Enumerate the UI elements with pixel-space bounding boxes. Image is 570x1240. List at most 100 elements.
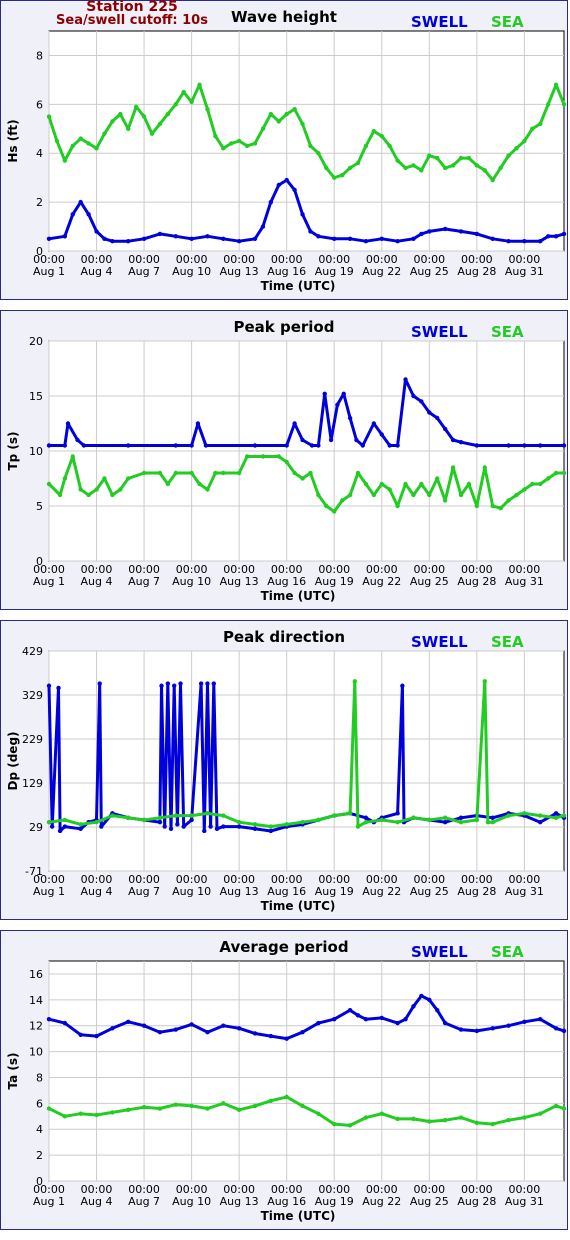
station-name: Station 225 <box>86 0 178 15</box>
sea-data-point <box>157 1106 163 1111</box>
sea-data-point <box>118 487 123 492</box>
swell-data-point <box>506 1023 511 1028</box>
sea-data-point <box>102 131 107 136</box>
chart-title: Wave height <box>231 8 337 26</box>
sea-data-point <box>553 82 559 87</box>
swell-data-point <box>276 182 281 188</box>
y-tick-label: 5 <box>36 500 43 513</box>
x-tick-date: Aug 13 <box>220 1195 259 1208</box>
sea-data-point <box>514 492 519 498</box>
sea-data-point <box>435 155 440 161</box>
swell-data-point <box>189 1022 194 1027</box>
y-tick-label: 6 <box>36 1097 43 1110</box>
x-tick-date: Aug 19 <box>315 885 354 898</box>
swell-data-point <box>260 224 266 229</box>
x-tick-date: Aug 19 <box>315 575 354 588</box>
swell-data-point <box>403 377 408 382</box>
y-tick-label: 229 <box>22 733 43 746</box>
average-period-panel: 0 2 4 6 8 10 12 14 16 00:00 Aug 1 00:00 Aug 4 00:00 Au… <box>0 930 568 1230</box>
chart-svg: 0246800:00Aug 100:00Aug 400:00Aug 700:00… <box>6 8 567 293</box>
sea-data-point <box>538 813 543 818</box>
x-tick-date: Aug 22 <box>362 575 401 588</box>
sea-data-point <box>427 1119 432 1124</box>
swell-data-point <box>427 229 432 234</box>
swell-data-point <box>157 1029 163 1035</box>
swell-data-point <box>214 826 220 831</box>
swell-data-point <box>379 1015 384 1021</box>
sea-data-point <box>466 481 472 487</box>
sea-data-point <box>118 111 123 117</box>
swell-data-point <box>328 437 334 443</box>
x-axis-label: Time (UTC) <box>261 899 336 913</box>
sea-data-point <box>110 813 115 818</box>
sea-data-point <box>545 476 551 481</box>
x-tick-date: Aug 28 <box>457 575 496 588</box>
sea-data-point <box>450 163 456 168</box>
sea-data-point <box>450 465 456 470</box>
swell-data-point <box>435 1007 440 1013</box>
sea-data-point <box>363 1115 369 1120</box>
sea-data-point <box>205 1106 210 1111</box>
swell-data-point <box>268 1033 274 1039</box>
sea-data-point <box>165 111 171 117</box>
y-tick-label: 10 <box>29 1046 43 1059</box>
swell-data-point <box>506 443 511 448</box>
sea-data-point <box>284 111 289 117</box>
swell-data-point <box>46 1017 52 1022</box>
sea-data-point <box>347 1123 353 1128</box>
sea-data-point <box>86 141 91 146</box>
swell-data-point <box>189 443 194 448</box>
swell-data-point <box>538 819 543 825</box>
chart-title: Peak direction <box>223 628 345 646</box>
sea-data-point <box>268 111 274 117</box>
swell-data-point <box>78 826 83 831</box>
sea-data-point <box>514 146 519 151</box>
swell-data-point <box>46 236 52 241</box>
sea-data-point <box>62 817 68 823</box>
x-tick-date: Aug 28 <box>457 885 496 898</box>
sea-data-point <box>474 1120 480 1125</box>
swell-data-point <box>400 683 405 688</box>
sea-data-point <box>522 138 527 144</box>
swell-data-point <box>86 212 91 217</box>
sea-data-point <box>284 822 289 827</box>
sea-data-point <box>324 503 329 509</box>
y-tick-label: 14 <box>29 994 43 1007</box>
sea-data-point <box>94 146 99 151</box>
swell-data-point <box>363 239 369 244</box>
swell-data-point <box>354 437 359 443</box>
sea-data-point <box>395 503 400 509</box>
sea-data-point <box>78 487 83 492</box>
swell-data-point <box>46 683 52 688</box>
x-tick-date: Aug 25 <box>410 265 449 278</box>
sea-data-point <box>538 481 543 487</box>
swell-data-point <box>419 993 424 999</box>
swell-data-point <box>126 239 131 244</box>
sea-data-point <box>545 102 551 107</box>
x-tick-date: Aug 1 <box>33 575 65 588</box>
swell-data-point <box>553 1026 559 1031</box>
sea-data-point <box>379 481 384 487</box>
sea-data-point <box>86 492 91 498</box>
sea-data-point <box>442 498 448 503</box>
sea-data-point <box>236 470 242 476</box>
swell-data-point <box>208 824 213 829</box>
sea-data-point <box>553 470 559 476</box>
sea-data-point <box>149 131 155 136</box>
sea-data-point <box>46 114 52 119</box>
sea-data-point <box>110 119 115 124</box>
sea-data-point <box>141 817 147 823</box>
swell-data-point <box>284 443 289 448</box>
sea-data-point <box>62 158 68 163</box>
swell-data-point <box>284 177 289 183</box>
legend-swell: SWELL <box>411 943 468 961</box>
sea-data-point <box>538 1111 543 1116</box>
sea-data-point <box>561 1106 567 1111</box>
swell-data-point <box>141 1023 147 1028</box>
swell-data-point <box>236 1026 242 1031</box>
sea-data-point <box>126 815 131 820</box>
swell-data-point <box>252 1031 258 1036</box>
y-tick-label: 2 <box>36 1149 43 1162</box>
swell-data-point <box>62 824 68 829</box>
sea-data-point <box>70 454 75 459</box>
